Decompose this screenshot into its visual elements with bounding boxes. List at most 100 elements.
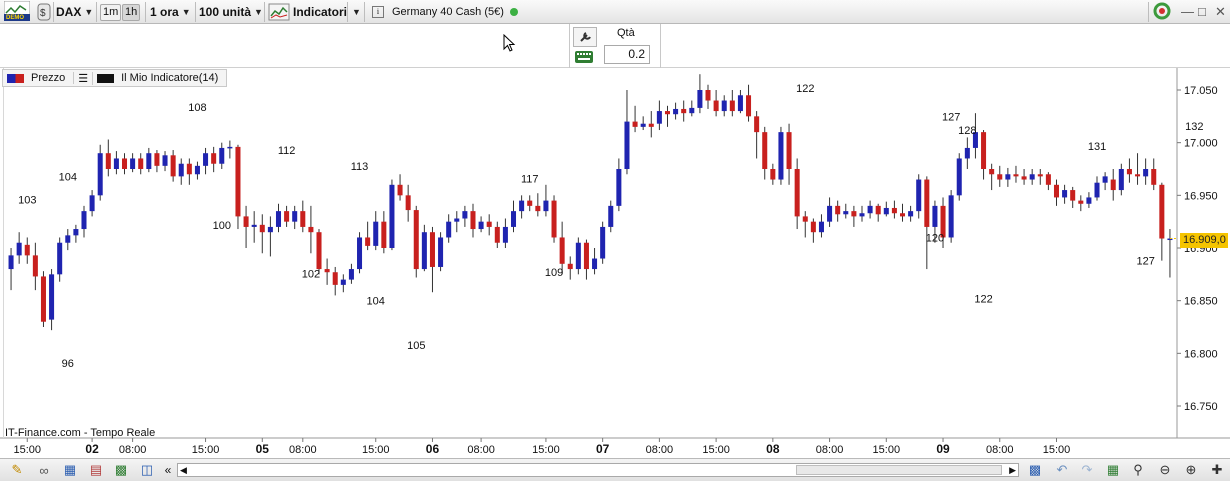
horizontal-scrollbar[interactable]: ◀ ▶ [177, 463, 1019, 477]
indicator-value-label: 100 [213, 220, 231, 232]
indicator-tools-icon[interactable]: ▦ [1105, 462, 1121, 478]
candle-down [1078, 200, 1084, 204]
interval-1h-button[interactable]: 1h [122, 3, 141, 21]
scroll-right-arrow[interactable]: ▶ [1009, 464, 1016, 476]
units-dropdown[interactable]: 100 unità ▼ [199, 3, 263, 21]
main-toolbar: DEMO $ DAX ▼ 1m 1h 1 ora ▼ 100 unità ▼ I… [0, 0, 1230, 24]
candle-up [73, 229, 79, 236]
x-time-label: 15:00 [532, 444, 560, 456]
zoom-fit-icon[interactable]: ⚲ [1130, 462, 1146, 478]
candle-down [899, 213, 906, 217]
candle-down [583, 242, 589, 270]
x-day-label: 09 [936, 442, 950, 456]
magnet-icon[interactable]: ∞ [36, 462, 52, 478]
candle-down [875, 205, 881, 215]
candle-down [324, 269, 330, 273]
wrench-icon[interactable] [573, 27, 597, 47]
candle-up [348, 269, 354, 280]
redo-icon[interactable]: ↷ [1079, 462, 1095, 478]
list-icon[interactable]: ☰ [74, 71, 94, 85]
bars-icon[interactable]: ▩ [113, 462, 129, 478]
chat-icon[interactable]: ▦ [62, 462, 78, 478]
indicator-value-label: 122 [974, 294, 992, 306]
undo-icon[interactable]: ↶ [1054, 462, 1070, 478]
chart-area[interactable]: 17.050 17.000 16.950 16.900 16.850 16.800 16.7… [0, 68, 1230, 458]
candle-up [130, 158, 136, 169]
units-label: 100 unità [199, 5, 252, 19]
zoom-in-icon[interactable]: ⊕ [1183, 462, 1199, 478]
indicator-value-label: 108 [188, 102, 206, 114]
instrument-info[interactable]: i Germany 40 Cash (5€) [372, 3, 518, 21]
crosshair-icon[interactable]: ✚ [1209, 462, 1225, 478]
candle-up [292, 211, 298, 222]
chevron-down-icon: ▼ [254, 7, 263, 17]
window-chart-icon[interactable]: ◫ [139, 462, 155, 478]
candle-up [737, 95, 743, 112]
close-icon[interactable]: ✕ [1215, 4, 1226, 20]
candle-up [478, 221, 484, 230]
candle-up [49, 274, 55, 320]
interval-dropdown[interactable]: 1 ora ▼ [150, 3, 191, 21]
calculator-icon[interactable]: ▤ [88, 462, 104, 478]
quantity-input[interactable]: 0.2 [604, 45, 650, 64]
zoom-out-icon[interactable]: ⊖ [1157, 462, 1173, 478]
demo-label: DEMO [6, 15, 24, 21]
refresh-icon[interactable] [1152, 2, 1172, 20]
x-time-label: 15:00 [1043, 444, 1071, 456]
candle-down [1037, 174, 1043, 177]
candle-down [1013, 174, 1019, 177]
indicators-icon [268, 3, 290, 21]
candlestick-chart[interactable]: 17.05017.00016.95016.90016.85016.80016.7… [0, 68, 1230, 458]
candle-down [405, 195, 411, 211]
indicator-value-label: 128 [958, 125, 976, 137]
interval-1m-button[interactable]: 1m [100, 3, 122, 21]
scrollbar-thumb[interactable] [796, 465, 1002, 475]
candle-up [575, 242, 581, 270]
candle-up [697, 90, 703, 108]
candle-down [243, 216, 249, 227]
candle-up [389, 184, 395, 248]
instrument-selector[interactable]: DAX ▼ [56, 3, 93, 21]
panel-divider [660, 24, 661, 68]
candle-up [519, 200, 525, 212]
indicators-dropdown[interactable]: ▼ [352, 3, 361, 21]
candle-down [381, 221, 387, 248]
candle-up [421, 232, 427, 270]
draw-pencil-icon[interactable]: ✎ [9, 462, 25, 478]
x-time-label: 08:00 [119, 444, 147, 456]
scroll-left-arrow[interactable]: ◀ [180, 464, 187, 476]
candle-up [592, 258, 598, 270]
candle-down [316, 232, 322, 270]
info-icon: i [372, 6, 384, 18]
candle-down [981, 132, 987, 169]
candle-down [551, 200, 557, 238]
legend-price[interactable]: Prezzo [3, 72, 75, 84]
indicator-value-label: 96 [62, 358, 74, 370]
legend-indicator[interactable]: Il Mio Indicatore(14) [93, 72, 226, 84]
candle-down [713, 100, 719, 112]
keyboard-icon[interactable] [573, 49, 595, 65]
indicators-button[interactable]: Indicatori [268, 3, 347, 21]
candle-down [332, 272, 338, 285]
legend-price-label: Prezzo [31, 72, 66, 84]
maximize-icon[interactable]: □ [1198, 4, 1206, 19]
connection-icon[interactable]: $ [37, 3, 51, 21]
minimize-icon[interactable]: — [1181, 4, 1194, 19]
candle-up [462, 211, 468, 219]
candle-up [1005, 174, 1011, 180]
candle-up [843, 211, 849, 215]
indicator-value-label: 117 [521, 173, 539, 185]
candle-down [211, 153, 217, 164]
x-time-label: 08:00 [646, 444, 674, 456]
candle-up [227, 146, 233, 149]
candle-down [835, 205, 841, 215]
candle-down [186, 163, 192, 175]
x-day-label: 02 [85, 442, 99, 456]
indicator-value-label: 109 [545, 267, 563, 279]
candle-up [656, 111, 662, 124]
chart-sync-icon[interactable]: ▩ [1027, 462, 1043, 478]
candle-down [770, 169, 776, 180]
scroll-back-icon[interactable]: « [160, 462, 176, 478]
indicator-value-label: 120 [926, 232, 944, 244]
candle-down [1126, 169, 1132, 175]
